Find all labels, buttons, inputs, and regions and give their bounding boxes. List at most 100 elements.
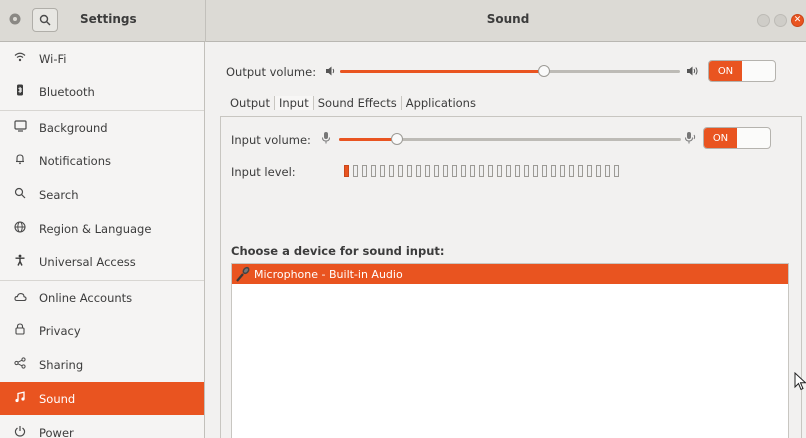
title-bar: Settings Sound ✕ <box>0 0 806 42</box>
output-volume-slider[interactable] <box>340 65 680 77</box>
level-bar <box>614 165 619 177</box>
level-bar <box>524 165 529 177</box>
input-panel: Input volume: ON Input level: Choose a d… <box>220 116 802 438</box>
level-bar <box>416 165 421 177</box>
accessibility-icon <box>12 254 28 269</box>
sidebar-item-label: Privacy <box>39 323 81 338</box>
sidebar-item-label: Universal Access <box>39 254 136 269</box>
cloud-icon <box>12 291 28 305</box>
tab-sound-effects[interactable]: Sound Effects <box>314 96 402 110</box>
close-button[interactable]: ✕ <box>791 14 804 27</box>
level-bar <box>371 165 376 177</box>
sidebar-item-label: Region & Language <box>39 221 152 236</box>
sidebar-item-label: Wi-Fi <box>39 51 67 66</box>
input-volume-label: Input volume: <box>231 133 311 147</box>
level-bar <box>479 165 484 177</box>
input-volume-handle[interactable] <box>391 133 403 145</box>
level-bar <box>380 165 385 177</box>
device-list: Microphone - Built-in Audio <box>231 263 789 438</box>
sidebar-item-notifications[interactable]: Notifications <box>0 144 204 177</box>
level-bar <box>461 165 466 177</box>
level-bar <box>551 165 556 177</box>
level-bar <box>596 165 601 177</box>
power-icon <box>12 425 28 438</box>
sidebar-item-universal-access[interactable]: Universal Access <box>0 245 204 278</box>
level-bar <box>389 165 394 177</box>
output-volume-label: Output volume: <box>226 65 317 79</box>
sidebar-item-wifi[interactable]: Wi-Fi <box>0 42 204 75</box>
sidebar-item-privacy[interactable]: Privacy <box>0 314 204 347</box>
sidebar-item-label: Sharing <box>39 357 84 372</box>
sidebar-item-background[interactable]: Background <box>0 111 204 144</box>
sidebar-item-label: Background <box>39 120 108 135</box>
sidebar-item-search[interactable]: Search <box>0 178 204 211</box>
sidebar-item-power[interactable]: Power <box>0 416 204 438</box>
output-volume-fill <box>340 70 544 73</box>
sidebar-item-region-language[interactable]: Region & Language <box>0 212 204 245</box>
level-bar <box>488 165 493 177</box>
sound-tabs: Output Input Sound Effects Applications <box>226 94 480 112</box>
level-bar <box>398 165 403 177</box>
level-bar <box>470 165 475 177</box>
sidebar-item-label: Online Accounts <box>39 290 133 305</box>
mouse-pointer-icon <box>794 372 806 391</box>
search-icon <box>12 187 28 202</box>
output-toggle[interactable]: ON <box>708 60 776 82</box>
sidebar-item-sound[interactable]: Sound <box>0 382 204 415</box>
lock-icon <box>12 323 28 338</box>
minimize-button[interactable] <box>757 14 770 27</box>
sidebar-item-label: Notifications <box>39 153 111 168</box>
level-bar <box>515 165 520 177</box>
input-toggle[interactable]: ON <box>703 127 771 149</box>
level-bar <box>560 165 565 177</box>
level-bar <box>605 165 610 177</box>
device-row-microphone[interactable]: Microphone - Built-in Audio <box>232 264 788 284</box>
input-volume-slider[interactable] <box>339 133 681 145</box>
wifi-icon <box>12 51 28 66</box>
tab-input[interactable]: Input <box>274 96 314 110</box>
sidebar-item-label: Sound <box>39 391 76 406</box>
level-bar <box>407 165 412 177</box>
level-bar <box>443 165 448 177</box>
microphone-icon <box>234 265 252 283</box>
device-list-heading: Choose a device for sound input: <box>231 244 445 258</box>
output-toggle-on-label: ON <box>709 61 742 81</box>
device-name: Microphone - Built-in Audio <box>254 267 403 281</box>
microphone-high-icon <box>683 131 699 148</box>
tab-applications[interactable]: Applications <box>402 96 480 110</box>
sidebar-item-sharing[interactable]: Sharing <box>0 348 204 381</box>
input-level-meter <box>344 165 623 177</box>
level-bar <box>353 165 358 177</box>
level-bar <box>506 165 511 177</box>
level-bar <box>362 165 367 177</box>
sidebar-item-label: Search <box>39 187 79 202</box>
sidebar-item-bluetooth[interactable]: Bluetooth <box>0 75 204 108</box>
level-bar <box>452 165 457 177</box>
input-level-label: Input level: <box>231 165 296 179</box>
close-icon: ✕ <box>793 15 802 25</box>
output-volume-handle[interactable] <box>538 65 550 77</box>
sidebar-item-online-accounts[interactable]: Online Accounts <box>0 281 204 314</box>
maximize-button[interactable] <box>774 14 787 27</box>
level-bar <box>497 165 502 177</box>
level-bar <box>542 165 547 177</box>
level-bar <box>425 165 430 177</box>
globe-icon <box>12 221 28 236</box>
speaker-low-icon <box>325 65 337 80</box>
window-title: Sound <box>486 12 530 26</box>
sound-panel: Output volume: ON Output Input Sound Eff… <box>206 42 806 438</box>
level-bar <box>569 165 574 177</box>
level-bar <box>587 165 592 177</box>
sidebar-item-label: Bluetooth <box>39 84 95 99</box>
level-bar <box>434 165 439 177</box>
sidebar-item-label: Power <box>39 425 74 438</box>
tab-output[interactable]: Output <box>226 96 275 110</box>
music-note-icon <box>12 391 28 406</box>
bluetooth-icon <box>12 84 28 99</box>
sidebar: Wi-Fi Bluetooth Background Notifications… <box>0 42 205 438</box>
level-bar <box>533 165 538 177</box>
share-icon <box>12 357 28 372</box>
level-bar <box>344 165 349 177</box>
input-volume-fill <box>339 138 397 141</box>
speaker-high-icon <box>686 65 700 80</box>
